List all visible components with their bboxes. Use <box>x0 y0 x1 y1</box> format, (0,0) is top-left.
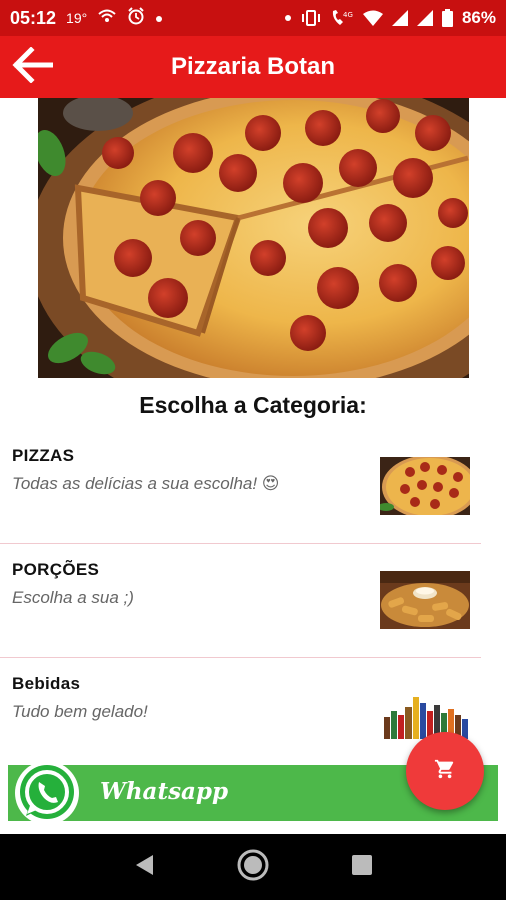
section-title: Escolha a Categoria: <box>139 392 367 418</box>
whatsapp-label: Whatsapp <box>100 778 229 805</box>
vibrate-icon <box>301 10 321 26</box>
nav-recents-button[interactable] <box>337 842 387 892</box>
nav-back-icon <box>133 853 155 882</box>
pizza-thumbnail <box>380 457 470 515</box>
category-description: Todas as delícias a sua escolha! 😍 <box>12 474 280 493</box>
status-time: 05:12 <box>10 7 57 28</box>
category-name: Bebidas <box>12 674 81 693</box>
category-description: Tudo bem gelado! <box>12 702 148 721</box>
volte-call-icon: 4G <box>330 9 354 27</box>
wifi-calling-icon <box>97 8 117 29</box>
cart-fab-button[interactable] <box>406 732 484 810</box>
status-bar: 05:12 19° 4G 86% <box>0 0 506 36</box>
wifi-icon <box>362 10 383 26</box>
system-nav-bar <box>0 834 506 900</box>
category-list: PIZZAS Todas as delícias a sua escolha! … <box>0 430 506 771</box>
notification-dot-icon <box>284 14 292 22</box>
notification-dot-icon <box>155 8 163 28</box>
nav-home-icon <box>236 848 270 887</box>
alarm-icon <box>127 6 145 30</box>
signal-icon <box>416 10 433 26</box>
whatsapp-icon <box>12 760 82 826</box>
category-name: PIZZAS <box>12 446 75 465</box>
page-title: Pizzaria Botan <box>170 53 336 80</box>
shopping-cart-icon <box>434 758 456 785</box>
signal-icon <box>391 10 408 26</box>
battery-level: 86% <box>461 8 496 27</box>
portions-thumbnail <box>380 571 470 629</box>
nav-home-button[interactable] <box>228 842 278 892</box>
category-name: PORÇÕES <box>12 560 100 579</box>
arrow-left-icon <box>11 45 54 88</box>
app-bar: Pizzaria Botan <box>0 36 506 98</box>
nav-recents-icon <box>351 854 373 881</box>
svg-text:4G: 4G <box>343 11 353 19</box>
hero-pizza-image <box>38 98 469 378</box>
back-button[interactable] <box>0 36 64 98</box>
category-item-porcoes[interactable]: PORÇÕES Escolha a sua ;) <box>0 544 481 657</box>
nav-back-button[interactable] <box>119 842 169 892</box>
battery-icon <box>441 9 453 27</box>
category-item-pizzas[interactable]: PIZZAS Todas as delícias a sua escolha! … <box>0 430 481 543</box>
category-description: Escolha a sua ;) <box>12 588 134 607</box>
status-temperature: 19° <box>66 10 88 26</box>
